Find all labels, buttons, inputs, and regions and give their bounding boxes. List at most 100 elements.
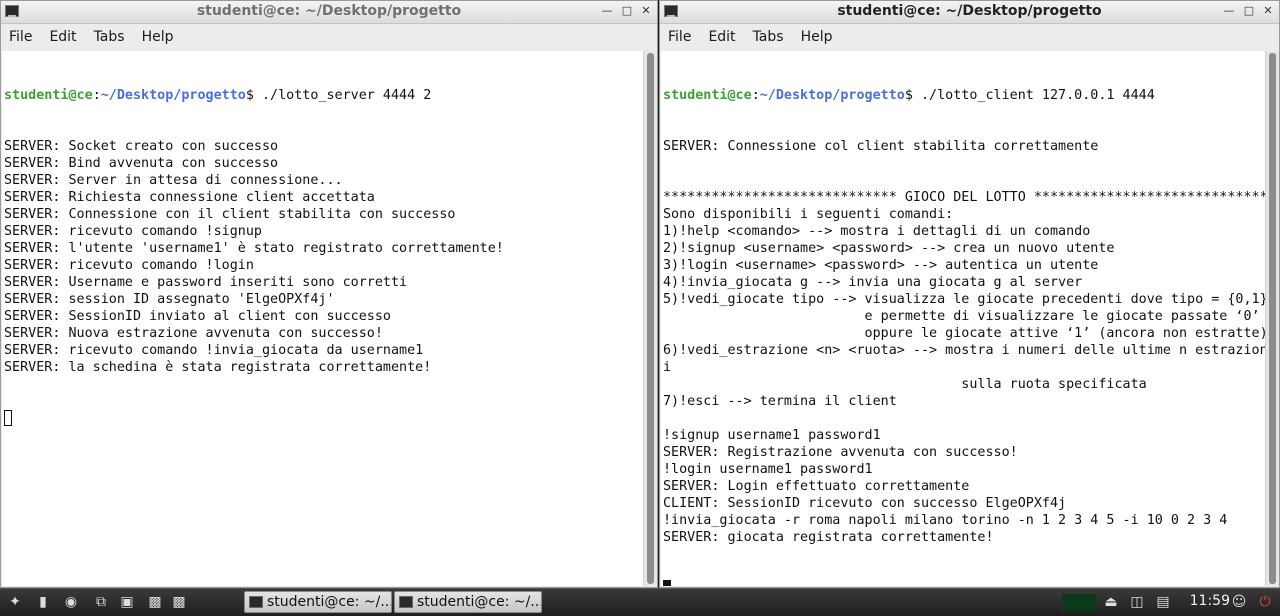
terminal-line: 4)!invia_giocata g --> invia una giocata… [663,275,1083,290]
terminal-line: SERVER: ricevuto comando !invia_giocata … [4,343,424,358]
network-icon[interactable]: ◫ [1128,594,1146,611]
prompt-line: studenti@ce:~/Desktop/progetto$ ./lotto_… [4,87,643,104]
window-title: studenti@ce: ~/Desktop/progetto [196,3,462,19]
cpu-monitor-icon [1062,594,1096,611]
terminal-line: 2)!signup <username> <password> --> crea… [663,241,1115,256]
title-bar[interactable]: studenti@ce: ~/Desktop/progetto — □ ✕ [1,1,657,24]
start-menu-icon[interactable]: ✦ [6,594,24,611]
terminal-icon [399,596,413,608]
prompt-command: ./lotto_client 127.0.0.1 4444 [912,88,1155,103]
cursor-line [663,580,1265,586]
prompt-path: ~/Desktop/progetto [100,88,246,103]
minimize-icon[interactable]: — [1221,3,1237,19]
menu-bar: File Edit Tabs Help [1,24,657,51]
scrollbar-thumb[interactable] [1269,53,1276,584]
text-cursor [4,410,12,426]
text-cursor [663,580,671,586]
prompt-symbol: $ [245,88,254,103]
desktop-1-icon[interactable]: ▩ [146,594,164,611]
menu-tabs[interactable]: Tabs [86,24,134,45]
terminal-line: ***************************** GIOCO DEL … [663,190,1265,205]
window-title: studenti@ce: ~/Desktop/progetto [837,3,1102,19]
scrollbar[interactable] [1265,51,1279,586]
terminal-line: SERVER: session ID assegnato 'ElgeOPXf4j… [4,292,335,307]
taskbar: ✦ ▮ ◉ ⧉ ▣ ▩ ▩ studenti@ce: ~/... student… [0,588,1280,616]
maximize-icon[interactable]: □ [619,3,635,19]
terminal-line: SERVER: Richiesta connessione client acc… [4,190,375,205]
close-icon[interactable]: ✕ [1260,3,1276,19]
terminal-line: sulla ruota specificata [663,377,1147,392]
prompt-user: studenti@ce [663,88,752,103]
prompt-path: ~/Desktop/progetto [759,88,905,103]
power-icon[interactable]: ⏻ [1256,594,1274,611]
terminal-line: SERVER: Bind avvenuta con successo [4,156,279,171]
scrollbar[interactable] [643,51,657,586]
terminal-line: oppure le giocate attive ‘1’ (ancora non… [663,326,1265,341]
menu-help[interactable]: Help [793,24,842,45]
close-icon[interactable]: ✕ [638,3,654,19]
desktop-2-icon[interactable]: ▩ [170,594,188,611]
terminal-line: SERVER: la schedina è stata registrata c… [4,360,432,375]
terminal-line: SERVER: Socket creato con successo [4,139,279,154]
terminal-line: 3)!login <username> <password> --> auten… [663,258,1099,273]
menu-edit[interactable]: Edit [41,24,85,45]
maximize-icon[interactable]: □ [1241,3,1257,19]
terminal-line: SERVER: Registrazione avvenuta con succe… [663,445,1018,460]
terminal-icon [249,596,263,608]
terminal-line: SERVER: Connessione con il client stabil… [4,207,456,222]
terminal-line: !login username1 password1 [663,462,873,477]
prompt-symbol: $ [904,88,913,103]
menu-file[interactable]: File [1,24,41,45]
terminal-line: e permette di visualizzare le giocate pa… [663,309,1260,324]
terminal-line: SERVER: ricevuto comando !signup [4,224,262,239]
terminal-line: !invia_giocata -r roma napoli milano tor… [663,513,1228,528]
terminal-line: SERVER: SessionID inviato al client con … [4,309,391,324]
file-manager-icon[interactable]: ▮ [34,594,52,611]
terminal-output[interactable]: studenti@ce:~/Desktop/progetto$ ./lotto_… [661,51,1265,586]
menu-help[interactable]: Help [134,24,183,45]
monitor-icon[interactable]: ▣ [118,594,136,611]
menu-edit[interactable]: Edit [700,24,744,45]
terminal-output[interactable]: studenti@ce:~/Desktop/progetto$ ./lotto_… [2,51,643,586]
windows-icon[interactable]: ⧉ [92,594,110,611]
clock[interactable]: 11:59 [1190,593,1230,609]
terminal-line: SERVER: Username e password inseriti son… [4,275,408,290]
terminal-line: 1)!help <comando> --> mostra i dettagli … [663,224,1091,239]
title-bar[interactable]: studenti@ce: ~/Desktop/progetto — □ ✕ [660,1,1279,24]
terminal-lines: SERVER: Connessione col client stabilita… [663,138,1265,546]
terminal-line: i [663,360,672,375]
terminal-window-server[interactable]: studenti@ce: ~/Desktop/progetto — □ ✕ Fi… [0,0,658,588]
terminal-line: 6)!vedi_estrazione <n> <ruota> --> mostr… [663,343,1265,358]
terminal-line: 7)!esci --> termina il client [663,394,897,409]
menu-tabs[interactable]: Tabs [745,24,793,45]
prompt-user: studenti@ce [4,88,93,103]
terminal-window-client[interactable]: studenti@ce: ~/Desktop/progetto — □ ✕ Fi… [659,0,1280,588]
terminal-line: SERVER: Login effettuato correttamente [663,479,970,494]
minimize-icon[interactable]: — [599,3,615,19]
terminal-line: Sono disponibili i seguenti comandi: [663,207,954,222]
task-terminal-2[interactable]: studenti@ce: ~/... [394,591,542,613]
user-icon[interactable]: ☺ [1230,594,1248,611]
prompt-separator: : [92,88,101,103]
scrollbar-thumb[interactable] [647,53,654,584]
terminal-line: SERVER: Server in attesa di connessione.… [4,173,343,188]
task-terminal-1[interactable]: studenti@ce: ~/... [244,591,392,613]
terminal-line: !signup username1 password1 [663,428,881,443]
terminal-line: CLIENT: SessionID ricevuto con successo … [663,496,1067,511]
menu-file[interactable]: File [660,24,700,45]
task-label: studenti@ce: ~/... [267,594,392,610]
clipboard-icon[interactable]: ▤ [1154,594,1172,611]
browser-icon[interactable]: ◉ [62,594,80,611]
terminal-line: 5)!vedi_giocate tipo --> visualizza le g… [663,292,1265,307]
menu-bar: File Edit Tabs Help [660,24,1279,51]
terminal-line: SERVER: Nuova estrazione avvenuta con su… [4,326,383,341]
task-label: studenti@ce: ~/... [417,594,542,610]
eject-icon[interactable]: ⏏ [1102,594,1120,611]
prompt-command: ./lotto_server 4444 2 [253,88,432,103]
terminal-line: SERVER: giocata registrata correttamente… [663,530,994,545]
terminal-line: SERVER: l'utente 'username1' è stato reg… [4,241,504,256]
prompt-separator: : [751,88,760,103]
